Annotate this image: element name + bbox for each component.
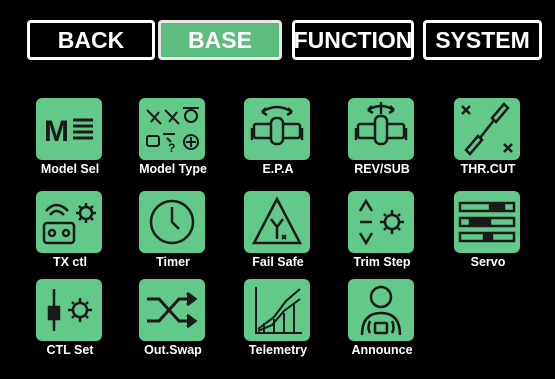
- model-type-icon: ?: [146, 107, 199, 155]
- menu-item-tx-ctl[interactable]: TX ctl: [30, 191, 130, 291]
- model-select-icon: M: [44, 115, 93, 148]
- announce-person-icon: [360, 285, 402, 336]
- menu-item-label: CTL Set: [46, 343, 94, 357]
- menu-item-label: Trim Step: [353, 255, 411, 269]
- menu-item-label: E.P.A: [262, 162, 294, 176]
- menu-item-thr-cut[interactable]: THR.CUT: [448, 98, 548, 198]
- end-point-adjust-icon: [250, 105, 304, 146]
- menu-item-announce[interactable]: Announce: [342, 279, 442, 379]
- menu-item-model-sel[interactable]: M Model Sel: [30, 98, 130, 198]
- tab-base[interactable]: BASE: [158, 20, 282, 60]
- svg-text:M: M: [44, 115, 69, 148]
- tab-function[interactable]: FUNCTION: [292, 20, 414, 60]
- transmitter-control-icon: [42, 203, 96, 245]
- menu-item-label: Announce: [351, 343, 413, 357]
- throttle-cut-icon: [461, 102, 513, 156]
- trim-step-icon: [358, 198, 404, 246]
- menu-item-label: Model Sel: [40, 162, 100, 176]
- menu-item-label: THR.CUT: [460, 162, 516, 176]
- servo-bars-icon: [458, 201, 516, 243]
- output-swap-icon: [147, 291, 198, 329]
- menu-item-ctl-set[interactable]: CTL Set: [30, 279, 130, 379]
- menu-item-trim-step[interactable]: Trim Step: [342, 191, 442, 291]
- menu-item-label: Timer: [156, 255, 190, 269]
- menu-item-label: Fail Safe: [252, 255, 304, 269]
- menu-item-fail-safe[interactable]: Fail Safe: [238, 191, 338, 291]
- clock-icon: [149, 199, 195, 245]
- control-set-icon: [47, 289, 92, 331]
- menu-item-label: REV/SUB: [354, 162, 410, 176]
- menu-item-timer[interactable]: Timer: [133, 191, 233, 291]
- menu-item-telemetry[interactable]: Telemetry: [238, 279, 338, 379]
- menu-item-label: Servo: [470, 255, 506, 269]
- telemetry-chart-icon: [255, 287, 302, 334]
- menu-item-label: Out.Swap: [144, 343, 202, 357]
- warning-antenna-icon: [251, 196, 303, 245]
- menu-item-label: TX ctl: [52, 255, 88, 269]
- tab-back[interactable]: BACK: [27, 20, 155, 60]
- menu-item-label: Telemetry: [248, 343, 308, 357]
- svg-text:?: ?: [168, 141, 175, 155]
- menu-item-rev-sub[interactable]: REV/SUB: [342, 98, 442, 198]
- menu-item-model-type[interactable]: ? Model Type: [133, 98, 233, 198]
- menu-item-out-swap[interactable]: Out.Swap: [133, 279, 233, 379]
- menu-item-label: Model Type: [139, 162, 207, 176]
- menu-item-epa[interactable]: E.P.A: [238, 98, 338, 198]
- reverse-subtrim-icon: [354, 102, 408, 146]
- tab-bar: BACK BASE FUNCTION SYSTEM: [0, 0, 555, 70]
- tab-system[interactable]: SYSTEM: [423, 20, 542, 60]
- menu-item-servo[interactable]: Servo: [448, 191, 548, 291]
